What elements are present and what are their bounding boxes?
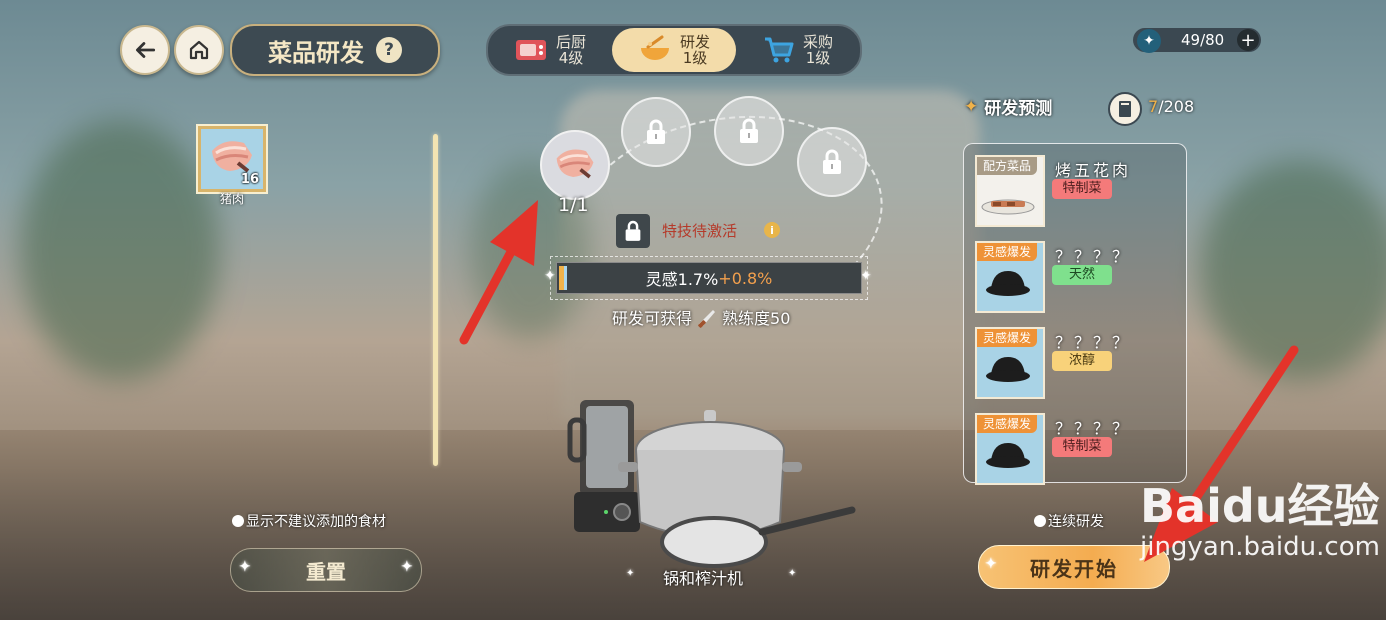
recipe-item[interactable]: 灵感爆发 ？？？？ 天然 [975, 241, 1185, 313]
sparkle-icon: ✦ [985, 556, 999, 572]
recipe-badge: 特制菜 [1052, 437, 1112, 457]
sparkle-icon: ✦ [239, 559, 251, 575]
page-title-pill: 菜品研发 ? [230, 24, 440, 76]
utensil-name: 锅和榨汁机 [662, 569, 743, 588]
kitchen-tabs: 后厨 4级 研发 1级 采购 1级 [486, 24, 862, 76]
forecast-header: ✦ 研发预测 [964, 94, 1053, 120]
sparkle-icon: ✦ [544, 268, 556, 284]
energy-value: 49/80 [1181, 31, 1225, 49]
slot-locked-3 [714, 96, 784, 166]
tab-kitchen[interactable]: 后厨 4级 [488, 28, 612, 72]
show-not-recommended-label: 显示不建议添加的食材 [246, 514, 386, 530]
recipe-book-button[interactable] [1108, 92, 1142, 126]
recipe-count-current: 7 [1148, 97, 1159, 116]
ingredient-name: 猪肉 [219, 192, 244, 206]
recipe-image: 灵感爆发 [975, 413, 1045, 485]
tab-purchase[interactable]: 采购 1级 [736, 28, 860, 72]
recipe-badge: 浓醇 [1052, 351, 1112, 371]
radio-icon [1034, 515, 1046, 527]
baidu-watermark: Baidu经验 jingyan.baidu.com [1140, 470, 1380, 562]
recipe-badge: 天然 [1052, 265, 1112, 285]
shopping-cart-icon [764, 37, 794, 63]
recipe-tag: 灵感爆发 [977, 415, 1038, 433]
skill-lock [616, 214, 650, 248]
panel-divider [433, 134, 438, 466]
slot-count: 1/1 [558, 194, 589, 216]
lock-icon [647, 119, 665, 144]
tab-kitchen-label: 后厨 [555, 33, 586, 51]
back-arrow-icon [136, 42, 156, 58]
mixing-bowl-icon [640, 35, 669, 60]
skill-info-button[interactable]: i [764, 222, 780, 238]
gain-suffix: 熟练度50 [722, 309, 791, 328]
sparkle-icon: ✦ [401, 559, 413, 575]
sparkle-icon: ✦ [788, 568, 797, 579]
recipe-image: 灵感爆发 [975, 241, 1045, 313]
recipe-name: 烤五花肉 [1055, 161, 1132, 180]
home-button[interactable] [174, 25, 224, 75]
recipe-item[interactable]: 配方菜品 烤五花肉 特制菜 [975, 155, 1185, 227]
watermark-text: Baidu经验 [1140, 479, 1380, 533]
continuous-research-toggle[interactable]: 连续研发 [1034, 511, 1104, 531]
start-label: 研发开始 [1030, 556, 1118, 581]
book-icon [1119, 101, 1131, 117]
recipe-tag: 灵感爆发 [977, 329, 1038, 347]
slot-locked-2 [621, 97, 691, 167]
recipe-item[interactable]: 灵感爆发 ？？？？ 浓醇 [975, 327, 1185, 399]
sparkle-icon: ✦ [626, 568, 635, 579]
slot-locked-4 [797, 127, 867, 197]
recipe-tag: 灵感爆发 [977, 243, 1038, 261]
add-energy-button[interactable]: + [1237, 29, 1259, 51]
pot-and-juicer-illustration[interactable] [566, 392, 856, 572]
skill-status: 特技待激活 [662, 222, 738, 240]
inspiration-bonus: +0.8% [718, 268, 773, 288]
reset-label: 重置 [306, 559, 346, 584]
lock-icon [823, 149, 841, 174]
inspiration-bar: 灵感1.7% +0.8% [556, 262, 862, 294]
tab-purchase-label: 采购 [802, 33, 833, 51]
energy-icon: ✦ [1137, 29, 1161, 53]
inspiration-bonus-fill [564, 266, 567, 290]
star-icon: ✦ [964, 96, 979, 117]
recipe-badge: 特制菜 [1052, 179, 1112, 199]
recipe-book-count: 7/208 [1148, 97, 1194, 116]
gain-prefix: 研发可获得 [612, 309, 693, 328]
pork-belly-icon [556, 149, 594, 179]
research-gain: 研发可获得 熟练度50 [612, 305, 790, 329]
help-button[interactable]: ? [376, 37, 402, 63]
knife-icon [698, 310, 716, 328]
forecast-title: 研发预测 [984, 99, 1053, 119]
reset-button[interactable]: ✦ 重置 ✦ [230, 548, 422, 592]
lock-icon [740, 118, 758, 143]
ingredient-count: 16 [240, 172, 259, 187]
slot-filled-pork[interactable] [540, 130, 610, 200]
continuous-label: 连续研发 [1048, 514, 1104, 530]
watermark-url: jingyan.baidu.com [1140, 532, 1380, 562]
recipe-image: 灵感爆发 [975, 327, 1045, 399]
inspiration-base: 灵感1.7% [645, 270, 719, 289]
page-title: 菜品研发 [268, 37, 364, 67]
recipe-name: ？？？？ [1055, 333, 1132, 352]
energy-counter: ✦ 49/80 + [1133, 28, 1261, 53]
ingredient-card-pork[interactable]: 16 [198, 126, 266, 192]
tab-research[interactable]: 研发 1级 [612, 28, 736, 72]
show-not-recommended-toggle[interactable]: 显示不建议添加的食材 [232, 511, 386, 531]
tab-research-level: 1级 [682, 49, 708, 67]
tab-purchase-level: 1级 [805, 49, 831, 67]
recipe-name: ？？？？ [1055, 247, 1132, 266]
oven-icon [515, 40, 546, 60]
lock-icon [625, 220, 641, 241]
home-icon [189, 40, 209, 60]
recipe-tag: 配方菜品 [977, 157, 1038, 175]
radio-icon [232, 515, 244, 527]
recipe-count-total: /208 [1158, 97, 1195, 116]
back-button[interactable] [120, 25, 170, 75]
tab-research-label: 研发 [679, 33, 710, 51]
recipe-name: ？？？？ [1055, 419, 1132, 438]
recipe-image: 配方菜品 [975, 155, 1045, 227]
tab-kitchen-level: 4级 [558, 49, 584, 67]
